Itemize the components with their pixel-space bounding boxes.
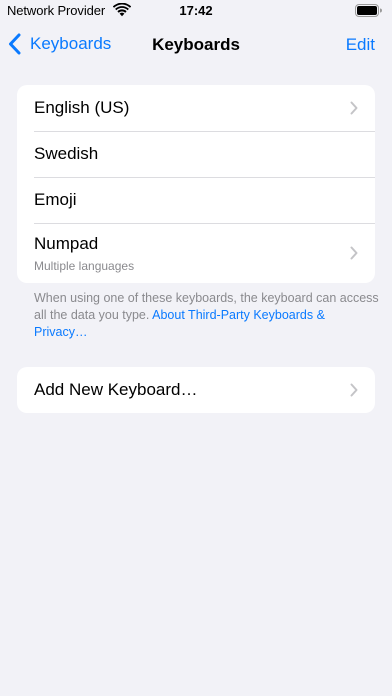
battery-icon [355,4,382,17]
keyboard-label: Emoji [34,190,77,209]
add-new-keyboard-row[interactable]: Add New Keyboard… [17,367,375,413]
keyboard-row-english-us[interactable]: English (US) [17,85,375,131]
privacy-footer-note: When using one of these keyboards, the k… [34,290,379,341]
keyboard-label: Numpad [34,234,99,253]
status-time: 17:42 [179,3,213,18]
chevron-left-icon [9,33,21,55]
status-bar: Network Provider 17:42 [0,0,392,22]
add-keyboard-group: Add New Keyboard… [17,367,375,413]
add-new-keyboard-label: Add New Keyboard… [34,380,198,399]
chevron-right-icon [350,101,358,115]
keyboard-row-numpad[interactable]: Numpad Multiple languages [17,223,375,283]
keyboard-label: English (US) [34,98,130,117]
navigation-bar: Keyboards Keyboards Edit [0,22,392,66]
chevron-right-icon [350,383,358,397]
back-button[interactable]: Keyboards [8,31,111,57]
keyboards-list: English (US) Swedish Emoji Numpad Multip… [17,85,375,283]
back-button-label: Keyboards [30,34,112,53]
edit-button[interactable]: Edit [346,35,375,55]
chevron-right-icon [350,246,358,260]
keyboard-label: Swedish [34,144,99,163]
keyboard-row-swedish[interactable]: Swedish [17,131,375,177]
keyboard-row-emoji[interactable]: Emoji [17,177,375,223]
keyboard-subtitle: Multiple languages [34,259,135,273]
